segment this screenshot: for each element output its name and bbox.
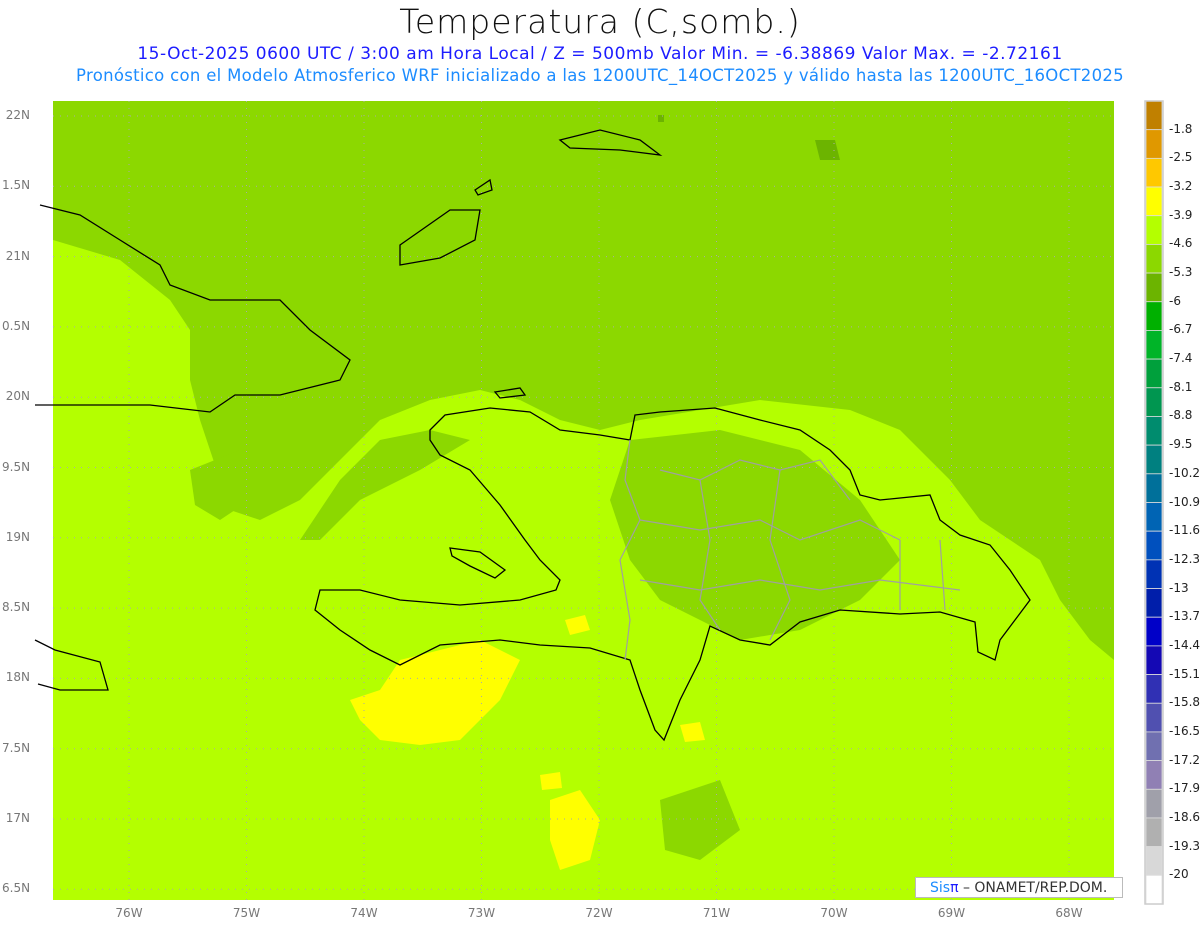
colorbar-swatch [1145,243,1163,274]
shade-dark-2 [658,115,664,122]
colorbar-swatch [1145,702,1163,733]
colorbar-label: -14.4 [1169,637,1200,652]
lat-label: 18N [5,670,30,685]
lat-label: 8.5N [2,600,31,615]
temperature-map [34,100,1164,905]
lat-label: 1.5N [2,178,31,193]
lat-label: 9.5N [2,459,31,474]
colorbar-swatch [1145,129,1163,159]
colorbar-swatch [1145,645,1163,675]
colorbar-label: -10.2 [1169,465,1200,480]
colorbar-swatch [1145,330,1163,360]
shade-yellow-4 [540,772,562,790]
colorbar-label: -2.5 [1169,150,1193,165]
colorbar-swatch [1145,588,1163,618]
colorbar-label: -1.8 [1169,121,1193,136]
lon-label: 68W [1055,906,1083,920]
colorbar-swatch [1145,874,1163,905]
colorbar-label: -15.1 [1169,666,1200,681]
colorbar-label: -6 [1169,293,1181,308]
colorbar-label: -17.2 [1169,752,1200,767]
colorbar-swatch [1145,100,1163,131]
colorbar-swatch [1145,502,1163,532]
lon-label: 73W [467,906,496,920]
colorbar-label: -4.6 [1169,236,1193,251]
colorbar-label: -7.4 [1169,351,1193,366]
colorbar-label: -9.5 [1169,437,1193,452]
colorbar-label: -17.9 [1169,781,1200,796]
colorbar-swatch [1145,559,1163,589]
colorbar-label: -8.1 [1169,379,1193,394]
colorbar-swatch [1145,731,1163,762]
colorbar-swatch [1145,157,1163,188]
colorbar-swatch [1145,416,1163,446]
lat-label: 19N [5,529,30,544]
lat-label: 0.5N [2,318,31,333]
colorbar [1144,100,1164,905]
lon-label: 75W [232,906,261,920]
onamet-logo: Sisπ – ONAMET/REP.DOM. [915,877,1123,898]
colorbar-label: -3.2 [1169,179,1193,194]
colorbar-swatch [1145,473,1163,503]
colorbar-label: -12.3 [1169,551,1200,566]
colorbar-label: -19.3 [1169,838,1200,853]
colorbar-swatch [1145,272,1163,303]
colorbar-label: -6.7 [1169,322,1193,337]
colorbar-label: -13.7 [1169,609,1200,624]
colorbar-label: -16.5 [1169,723,1200,738]
colorbar-swatch [1145,215,1163,245]
lon-label: 69W [937,906,966,920]
colorbar-label: -5.3 [1169,265,1193,280]
colorbar-label: -10.9 [1169,494,1200,509]
lat-label: 20N [5,389,30,404]
colorbar-label: -15.8 [1169,695,1200,710]
colorbar-swatch [1145,817,1163,848]
lon-label: 70W [820,906,848,920]
colorbar-label: -3.9 [1169,207,1193,222]
colorbar-swatch [1145,301,1163,331]
colorbar-swatch [1145,616,1163,647]
colorbar-swatch [1145,444,1163,475]
lat-label: 6.5N [2,881,31,896]
lat-label: 21N [5,248,30,263]
lon-label: 74W [350,906,378,920]
lon-label: 71W [702,906,731,920]
colorbar-swatch [1145,788,1163,819]
colorbar-swatch [1145,387,1163,417]
colorbar-label: -18.6 [1169,809,1200,824]
colorbar-label: -8.8 [1169,408,1193,423]
colorbar-label: -20 [1169,867,1189,882]
lon-label: 76W [115,906,143,920]
colorbar-label: -13 [1169,580,1189,595]
colorbar-swatch [1145,530,1163,561]
lat-label: 17N [5,811,30,825]
colorbar-swatch [1145,846,1163,876]
colorbar-swatch [1145,358,1163,389]
colorbar-label: -11.6 [1169,523,1200,538]
colorbar-swatch [1145,186,1163,217]
colorbar-swatch [1145,760,1163,790]
lat-label: 22N [5,108,30,122]
lat-label: 7.5N [2,740,31,755]
lon-label: 72W [585,906,613,920]
colorbar-swatch [1145,674,1163,704]
